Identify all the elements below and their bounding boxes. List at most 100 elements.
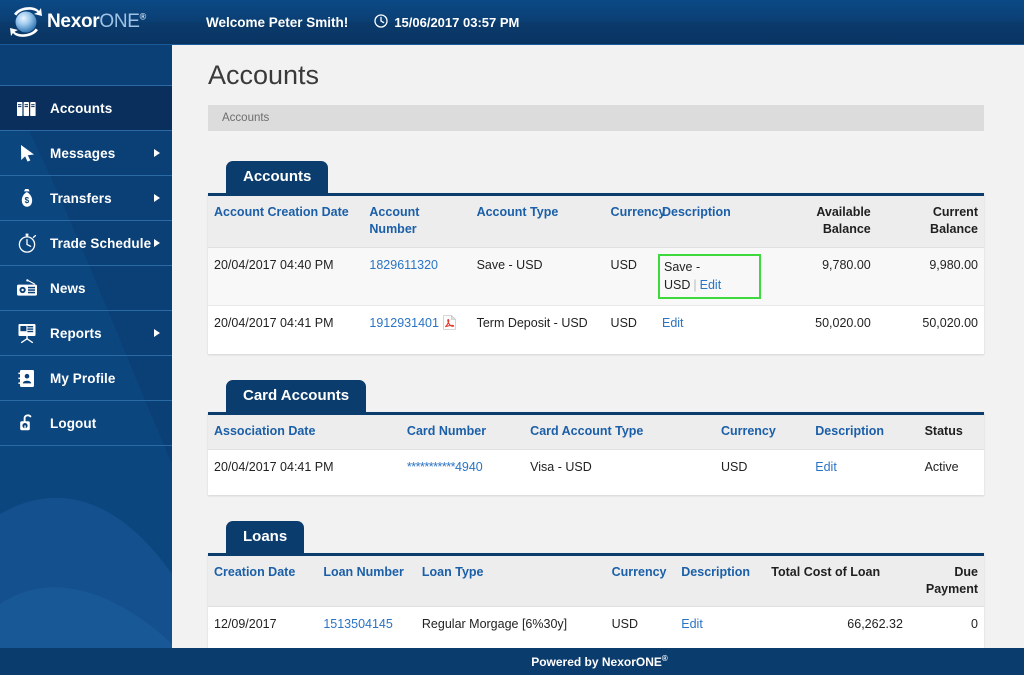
welcome-prefix: Welcome <box>206 14 269 30</box>
cell-currency: USD <box>610 316 637 330</box>
column-header-description[interactable]: Description <box>809 414 919 450</box>
description-edit-link[interactable]: Edit <box>700 278 722 292</box>
column-header-card-account-type[interactable]: Card Account Type <box>524 414 715 450</box>
sidebar-item-label: Transfers <box>50 190 112 206</box>
cell-current-balance: 50,020.00 <box>922 316 978 330</box>
logo-primary-text: Nexor <box>47 11 100 32</box>
footer-credit-text: Powered by NexorONE <box>531 655 662 669</box>
svg-text:$: $ <box>25 196 30 205</box>
table-row: 20/04/2017 04:41 PM ***********4940 Visa… <box>208 449 984 484</box>
app-logo[interactable]: NexorONE® <box>0 0 186 44</box>
cell-due-payment: 0 <box>971 617 978 632</box>
column-header-creation-date[interactable]: Creation Date <box>208 555 318 608</box>
page-title: Accounts <box>208 60 320 90</box>
tab-accounts[interactable]: Accounts <box>226 161 329 193</box>
breadcrumb: Accounts <box>208 105 984 131</box>
cell-available-balance: 9,780.00 <box>763 247 877 307</box>
sidebar-menu-list: Accounts Messages $ Transfers Trade Sche… <box>0 86 172 446</box>
column-header-description[interactable]: Description <box>675 555 766 608</box>
loans-panel-body: Creation Date Loan Number Loan Type Curr… <box>208 552 984 653</box>
sidebar-item-reports[interactable]: Reports <box>0 311 172 356</box>
chevron-right-icon <box>154 149 160 157</box>
description-highlight-box: Save - USD | Edit <box>657 253 762 299</box>
loans-table-header-row: Creation Date Loan Number Loan Type Curr… <box>208 555 984 608</box>
logo-secondary-text: ONE <box>99 11 140 32</box>
column-header-loan-type[interactable]: Loan Type <box>415 555 606 608</box>
card-accounts-panel-body: Association Date Card Number Card Accoun… <box>208 411 984 495</box>
app-root: NexorONE® Welcome Peter Smith! 15/06/201… <box>0 0 1024 675</box>
card-accounts-panel: Card Accounts Association Date Card Numb… <box>208 379 984 495</box>
table-row: 12/09/2017 1513504145 Regular Morgage [6… <box>208 607 984 642</box>
column-header-account-type[interactable]: Account Type <box>470 196 605 248</box>
description-edit-link[interactable]: Edit <box>662 316 684 330</box>
stopwatch-icon <box>14 230 40 256</box>
padlock-open-icon <box>14 410 40 436</box>
sidebar-item-logout[interactable]: Logout <box>0 401 172 446</box>
tab-card-accounts[interactable]: Card Accounts <box>226 379 367 412</box>
column-header-association-date[interactable]: Association Date <box>208 414 401 450</box>
column-header-loan-number[interactable]: Loan Number <box>317 555 416 608</box>
account-number-link[interactable]: 1829611320 <box>369 258 438 272</box>
account-number-link[interactable]: 1912931401 <box>369 316 439 330</box>
cell-currency: USD <box>604 247 656 307</box>
card-number-mask: *********** <box>406 459 456 474</box>
sidebar-item-accounts[interactable]: Accounts <box>0 86 172 131</box>
contact-card-icon <box>14 365 40 391</box>
money-bag-icon: $ <box>14 185 40 211</box>
column-header-card-number[interactable]: Card Number <box>400 414 525 450</box>
sidebar-item-label: Accounts <box>50 100 113 116</box>
table-row: 20/04/2017 04:40 PM 1829611320 Save - US… <box>208 247 984 307</box>
column-header-current-balance: Current Balance <box>876 196 984 248</box>
chevron-right-icon <box>154 194 160 202</box>
pdf-file-icon[interactable] <box>443 314 457 335</box>
column-header-account-number[interactable]: Account Number <box>363 196 471 248</box>
column-header-available-balance: Available Balance <box>763 196 877 248</box>
sidebar-item-trade-schedule[interactable]: Trade Schedule <box>0 221 172 266</box>
column-header-currency[interactable]: Currency <box>605 555 676 608</box>
cell-account-type: Term Deposit - USD <box>476 316 588 330</box>
cell-account-number: 1912931401 <box>363 306 470 344</box>
cell-total-cost-of-loan: 66,262.32 <box>847 617 903 632</box>
sidebar-item-label: Messages <box>50 145 116 161</box>
sidebar-item-messages[interactable]: Messages <box>0 131 172 176</box>
sidebar-item-label: Trade Schedule <box>50 235 152 251</box>
accounts-table-header-row: Account Creation Date Account Number Acc… <box>208 196 984 248</box>
breadcrumb-item-accounts[interactable]: Accounts <box>222 112 269 124</box>
chevron-right-icon <box>154 329 160 337</box>
card-number-last4: 4940 <box>454 459 483 474</box>
description-edit-link[interactable]: Edit <box>681 617 703 631</box>
cell-account-type: Save - USD <box>470 247 605 307</box>
sidebar-item-label: My Profile <box>50 370 116 386</box>
cell-description: Save - USD | Edit <box>655 247 764 307</box>
cell-description: Edit <box>675 607 765 642</box>
card-number-link[interactable]: ***********4940 <box>407 460 483 474</box>
column-header-currency[interactable]: Currency <box>604 196 665 248</box>
cell-description: Edit <box>656 306 763 344</box>
sidebar-item-my-profile[interactable]: My Profile <box>0 356 172 401</box>
sidebar-item-transfers[interactable]: $ Transfers <box>0 176 172 221</box>
cell-currency: USD <box>720 459 748 474</box>
loan-number-link[interactable]: 1513504145 <box>323 617 393 631</box>
top-bar: NexorONE® Welcome Peter Smith! 15/06/201… <box>0 0 1024 45</box>
column-header-account-creation-date[interactable]: Account Creation Date <box>208 196 364 248</box>
description-separator: | <box>693 277 697 292</box>
sidebar-top-spacer <box>0 44 172 86</box>
column-header-currency[interactable]: Currency <box>714 414 810 450</box>
cell-creation-date: 12/09/2017 <box>214 617 277 632</box>
cell-loan-number: 1513504145 <box>317 607 416 642</box>
column-header-due-payment: Due Payment <box>908 555 984 608</box>
page-footer: Powered by NexorONE® <box>0 648 1024 675</box>
nexor-swoosh-icon <box>8 5 46 39</box>
clock-icon <box>374 13 388 31</box>
cell-card-number: ***********4940 <box>401 449 524 484</box>
description-edit-link[interactable]: Edit <box>815 460 837 474</box>
projector-icon <box>14 320 40 346</box>
logo-registered-mark: ® <box>139 11 147 22</box>
logo-wordmark: NexorONE® <box>47 11 146 33</box>
loans-table: Creation Date Loan Number Loan Type Curr… <box>208 555 984 643</box>
column-header-description[interactable]: Description <box>655 196 764 248</box>
sidebar-item-news[interactable]: News <box>0 266 172 311</box>
tab-loans[interactable]: Loans <box>226 520 305 553</box>
footer-credit: Powered by NexorONE® <box>531 654 668 669</box>
cell-available-balance: 50,020.00 <box>815 316 871 330</box>
